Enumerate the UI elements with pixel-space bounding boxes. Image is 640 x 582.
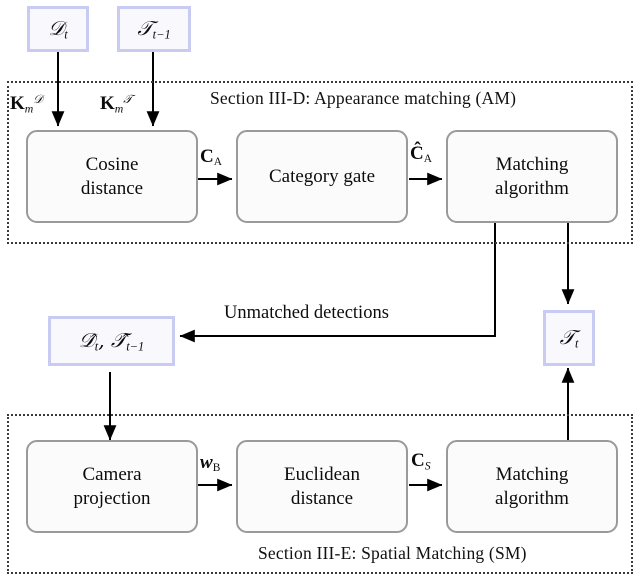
unmatched-set-symbol: 𝒟̂t, 𝒯̂t−1 xyxy=(78,327,145,354)
block-camera-projection-line2: projection xyxy=(73,487,151,509)
edge-label-cost-appearance-gated: ĈA xyxy=(410,143,432,166)
block-camera-projection-line1: Camera xyxy=(82,464,142,486)
input-tracks-symbol: 𝒯t−1 xyxy=(137,15,171,42)
output-tracks-symbol: 𝒯t xyxy=(559,324,579,351)
unmatched-set-box[interactable]: 𝒟̂t, 𝒯̂t−1 xyxy=(48,316,175,366)
section-spatial-matching-label: Section III-E: Spatial Matching (SM) xyxy=(258,543,527,563)
input-tracks-box[interactable]: 𝒯t−1 xyxy=(117,6,191,52)
block-matching-algorithm-am-line1: Matching xyxy=(495,154,569,176)
block-euclidean-distance-line1: Euclidean xyxy=(284,464,360,486)
block-camera-projection[interactable]: Camera projection xyxy=(26,440,198,533)
edge-label-cost-spatial: CS xyxy=(411,450,431,473)
edge-label-keys-track: Km𝒯 xyxy=(100,92,133,116)
block-matching-algorithm-am[interactable]: Matching algorithm xyxy=(446,130,618,223)
figure-canvas: Section III-D: Appearance matching (AM) … xyxy=(0,0,640,582)
input-detections-symbol: 𝒟t xyxy=(48,15,68,42)
edge-label-keys-detection: Km𝒟 xyxy=(10,92,43,116)
edge-label-unmatched-detections: Unmatched detections xyxy=(224,303,389,323)
block-cosine-distance[interactable]: Cosine distance xyxy=(26,130,198,223)
block-matching-algorithm-sm[interactable]: Matching algorithm xyxy=(446,440,618,533)
block-matching-algorithm-sm-line2: algorithm xyxy=(495,487,569,509)
block-matching-algorithm-sm-line1: Matching xyxy=(495,464,569,486)
block-euclidean-distance[interactable]: Euclidean distance xyxy=(236,440,408,533)
edge-label-world-coords: wB xyxy=(200,452,221,475)
input-detections-box[interactable]: 𝒟t xyxy=(27,6,89,52)
output-tracks-box[interactable]: 𝒯t xyxy=(543,310,595,366)
block-cosine-distance-line2: distance xyxy=(80,177,144,199)
block-euclidean-distance-line2: distance xyxy=(290,487,354,509)
block-category-gate[interactable]: Category gate xyxy=(236,130,408,223)
section-appearance-matching-label: Section III-D: Appearance matching (AM) xyxy=(210,88,517,108)
edge-label-cost-appearance: CA xyxy=(200,146,222,169)
block-category-gate-line1: Category gate xyxy=(268,165,376,187)
block-cosine-distance-line1: Cosine xyxy=(85,154,139,176)
block-matching-algorithm-am-line2: algorithm xyxy=(495,177,569,199)
